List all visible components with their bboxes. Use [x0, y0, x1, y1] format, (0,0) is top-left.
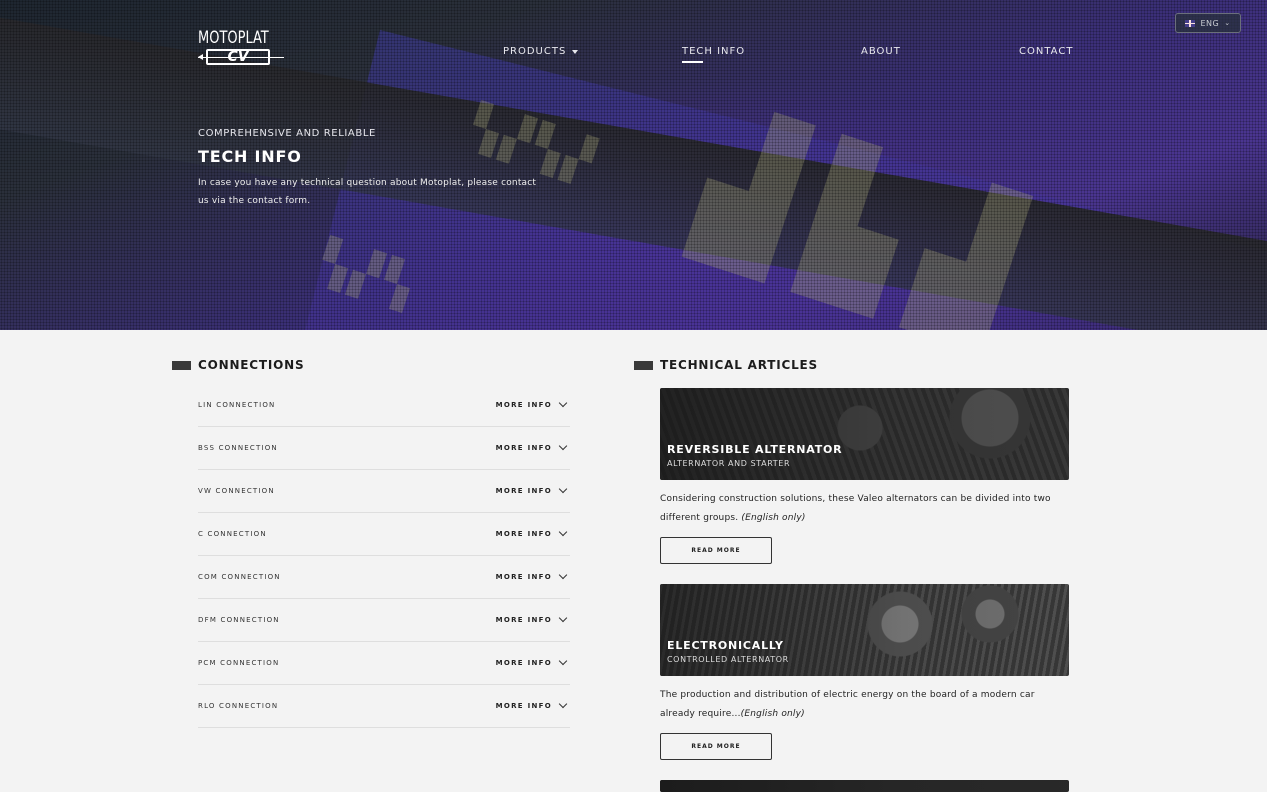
article-title: REVERSIBLE ALTERNATOR: [667, 443, 843, 456]
list-item[interactable]: PCM CONNECTION MORE INFO: [198, 642, 570, 685]
more-info-toggle[interactable]: MORE INFO: [495, 484, 568, 495]
connection-name: BSS CONNECTION: [198, 444, 278, 452]
list-item[interactable]: COM CONNECTION MORE INFO: [198, 556, 570, 599]
connection-name: DFM CONNECTION: [198, 616, 280, 624]
connections-heading: CONNECTIONS: [172, 358, 304, 372]
caret-down-icon: [572, 49, 579, 54]
list-item[interactable]: RLO CONNECTION MORE INFO: [198, 685, 570, 728]
more-info-toggle[interactable]: MORE INFO: [495, 527, 568, 538]
nav-tech-info[interactable]: TECH INFO: [682, 46, 746, 63]
hero-banner: ▚▞▚▞ ▟▙▟ ▚▞▚: [0, 0, 1267, 330]
chevron-down-icon: [558, 656, 568, 666]
more-info-toggle[interactable]: MORE INFO: [495, 398, 568, 409]
more-info-toggle[interactable]: MORE INFO: [495, 656, 568, 667]
article-title: ELECTRONICALLY: [667, 639, 784, 652]
nav-products[interactable]: PRODUCTS: [503, 46, 579, 57]
more-info-toggle[interactable]: MORE INFO: [495, 699, 568, 710]
hero-background-band: [0, 0, 1267, 330]
connections-list: LIN CONNECTION MORE INFO BSS CONNECTION …: [198, 384, 570, 728]
article-card: [660, 780, 1069, 792]
more-info-label: MORE INFO: [495, 401, 552, 409]
chevron-down-icon: [558, 527, 568, 537]
article-image[interactable]: REVERSIBLE ALTERNATOR ALTERNATOR AND STA…: [660, 388, 1069, 480]
technical-articles-heading-label: TECHNICAL ARTICLES: [660, 358, 818, 372]
connection-name: PCM CONNECTION: [198, 659, 280, 667]
article-language-note: (English only): [740, 708, 805, 719]
connections-heading-label: CONNECTIONS: [198, 358, 305, 372]
logo-wordmark: MOTOPLAT: [198, 28, 269, 48]
nav-products-label: PRODUCTS: [503, 46, 567, 57]
chevron-down-icon: ⌄: [1224, 19, 1231, 27]
article-caption: ELECTRONICALLY CONTROLLED ALTERNATOR: [667, 639, 789, 664]
hero-description: In case you have any technical question …: [198, 178, 537, 206]
nav-tech-info-label: TECH INFO: [682, 46, 746, 57]
article-image[interactable]: ELECTRONICALLY CONTROLLED ALTERNATOR: [660, 584, 1069, 676]
article-image[interactable]: [660, 780, 1069, 792]
hero-kicker: COMPREHENSIVE AND RELIABLE: [198, 128, 376, 139]
article-subtitle: CONTROLLED ALTERNATOR: [667, 655, 789, 664]
list-item[interactable]: DFM CONNECTION MORE INFO: [198, 599, 570, 642]
article-card: ELECTRONICALLY CONTROLLED ALTERNATOR The…: [660, 584, 1069, 760]
more-info-label: MORE INFO: [495, 444, 552, 452]
nav-contact[interactable]: CONTACT: [1019, 46, 1073, 57]
article-excerpt-text: The production and distribution of elect…: [660, 690, 1035, 719]
connection-name: RLO CONNECTION: [198, 702, 279, 710]
article-excerpt: Considering construction solutions, thes…: [660, 490, 1069, 527]
active-nav-underline: [682, 61, 703, 63]
chevron-down-icon: [558, 484, 568, 494]
list-item[interactable]: VW CONNECTION MORE INFO: [198, 470, 570, 513]
read-more-button[interactable]: READ MORE: [660, 537, 772, 564]
language-label: ENG: [1200, 18, 1220, 28]
heading-bar-icon: [634, 360, 653, 370]
hero-background-decor: ▚▞▚: [314, 236, 423, 315]
language-selector[interactable]: ENG ⌄: [1175, 13, 1241, 33]
article-subtitle: ALTERNATOR AND STARTER: [667, 459, 791, 468]
article-excerpt: The production and distribution of elect…: [660, 686, 1069, 723]
uk-flag-icon: [1185, 19, 1196, 27]
more-info-label: MORE INFO: [495, 702, 552, 710]
read-more-button[interactable]: READ MORE: [660, 733, 772, 760]
list-item[interactable]: BSS CONNECTION MORE INFO: [198, 427, 570, 470]
site-logo[interactable]: MOTOPLAT CV: [198, 30, 284, 68]
chevron-down-icon: [558, 441, 568, 451]
article-excerpt-text: Considering construction solutions, thes…: [660, 494, 1051, 523]
chevron-down-icon: [558, 570, 568, 580]
connection-name: C CONNECTION: [198, 530, 267, 538]
chevron-down-icon: [558, 613, 568, 623]
connection-name: LIN CONNECTION: [198, 401, 276, 409]
heading-bar-icon: [172, 360, 191, 370]
more-info-label: MORE INFO: [495, 487, 552, 495]
hero-text: COMPREHENSIVE AND RELIABLE TECH INFO In …: [198, 128, 538, 210]
list-item[interactable]: C CONNECTION MORE INFO: [198, 513, 570, 556]
connection-name: VW CONNECTION: [198, 487, 275, 495]
more-info-toggle[interactable]: MORE INFO: [495, 613, 568, 624]
connection-name: COM CONNECTION: [198, 573, 281, 581]
list-item[interactable]: LIN CONNECTION MORE INFO: [198, 384, 570, 427]
more-info-label: MORE INFO: [495, 659, 552, 667]
more-info-label: MORE INFO: [495, 573, 552, 581]
more-info-label: MORE INFO: [495, 616, 552, 624]
nav-about[interactable]: ABOUT: [861, 46, 901, 57]
more-info-toggle[interactable]: MORE INFO: [495, 570, 568, 581]
article-card: REVERSIBLE ALTERNATOR ALTERNATOR AND STA…: [660, 388, 1069, 564]
more-info-toggle[interactable]: MORE INFO: [495, 441, 568, 452]
hero-background-decor: ▟▙▟: [683, 101, 1060, 330]
chevron-down-icon: [558, 699, 568, 709]
logo-cv-mark: CV: [206, 49, 270, 65]
article-language-note: (English only): [741, 512, 806, 523]
page-title: TECH INFO: [198, 147, 302, 166]
chevron-down-icon: [558, 398, 568, 408]
technical-articles-heading: TECHNICAL ARTICLES: [634, 358, 818, 372]
more-info-label: MORE INFO: [495, 530, 552, 538]
article-caption: REVERSIBLE ALTERNATOR ALTERNATOR AND STA…: [667, 443, 842, 468]
